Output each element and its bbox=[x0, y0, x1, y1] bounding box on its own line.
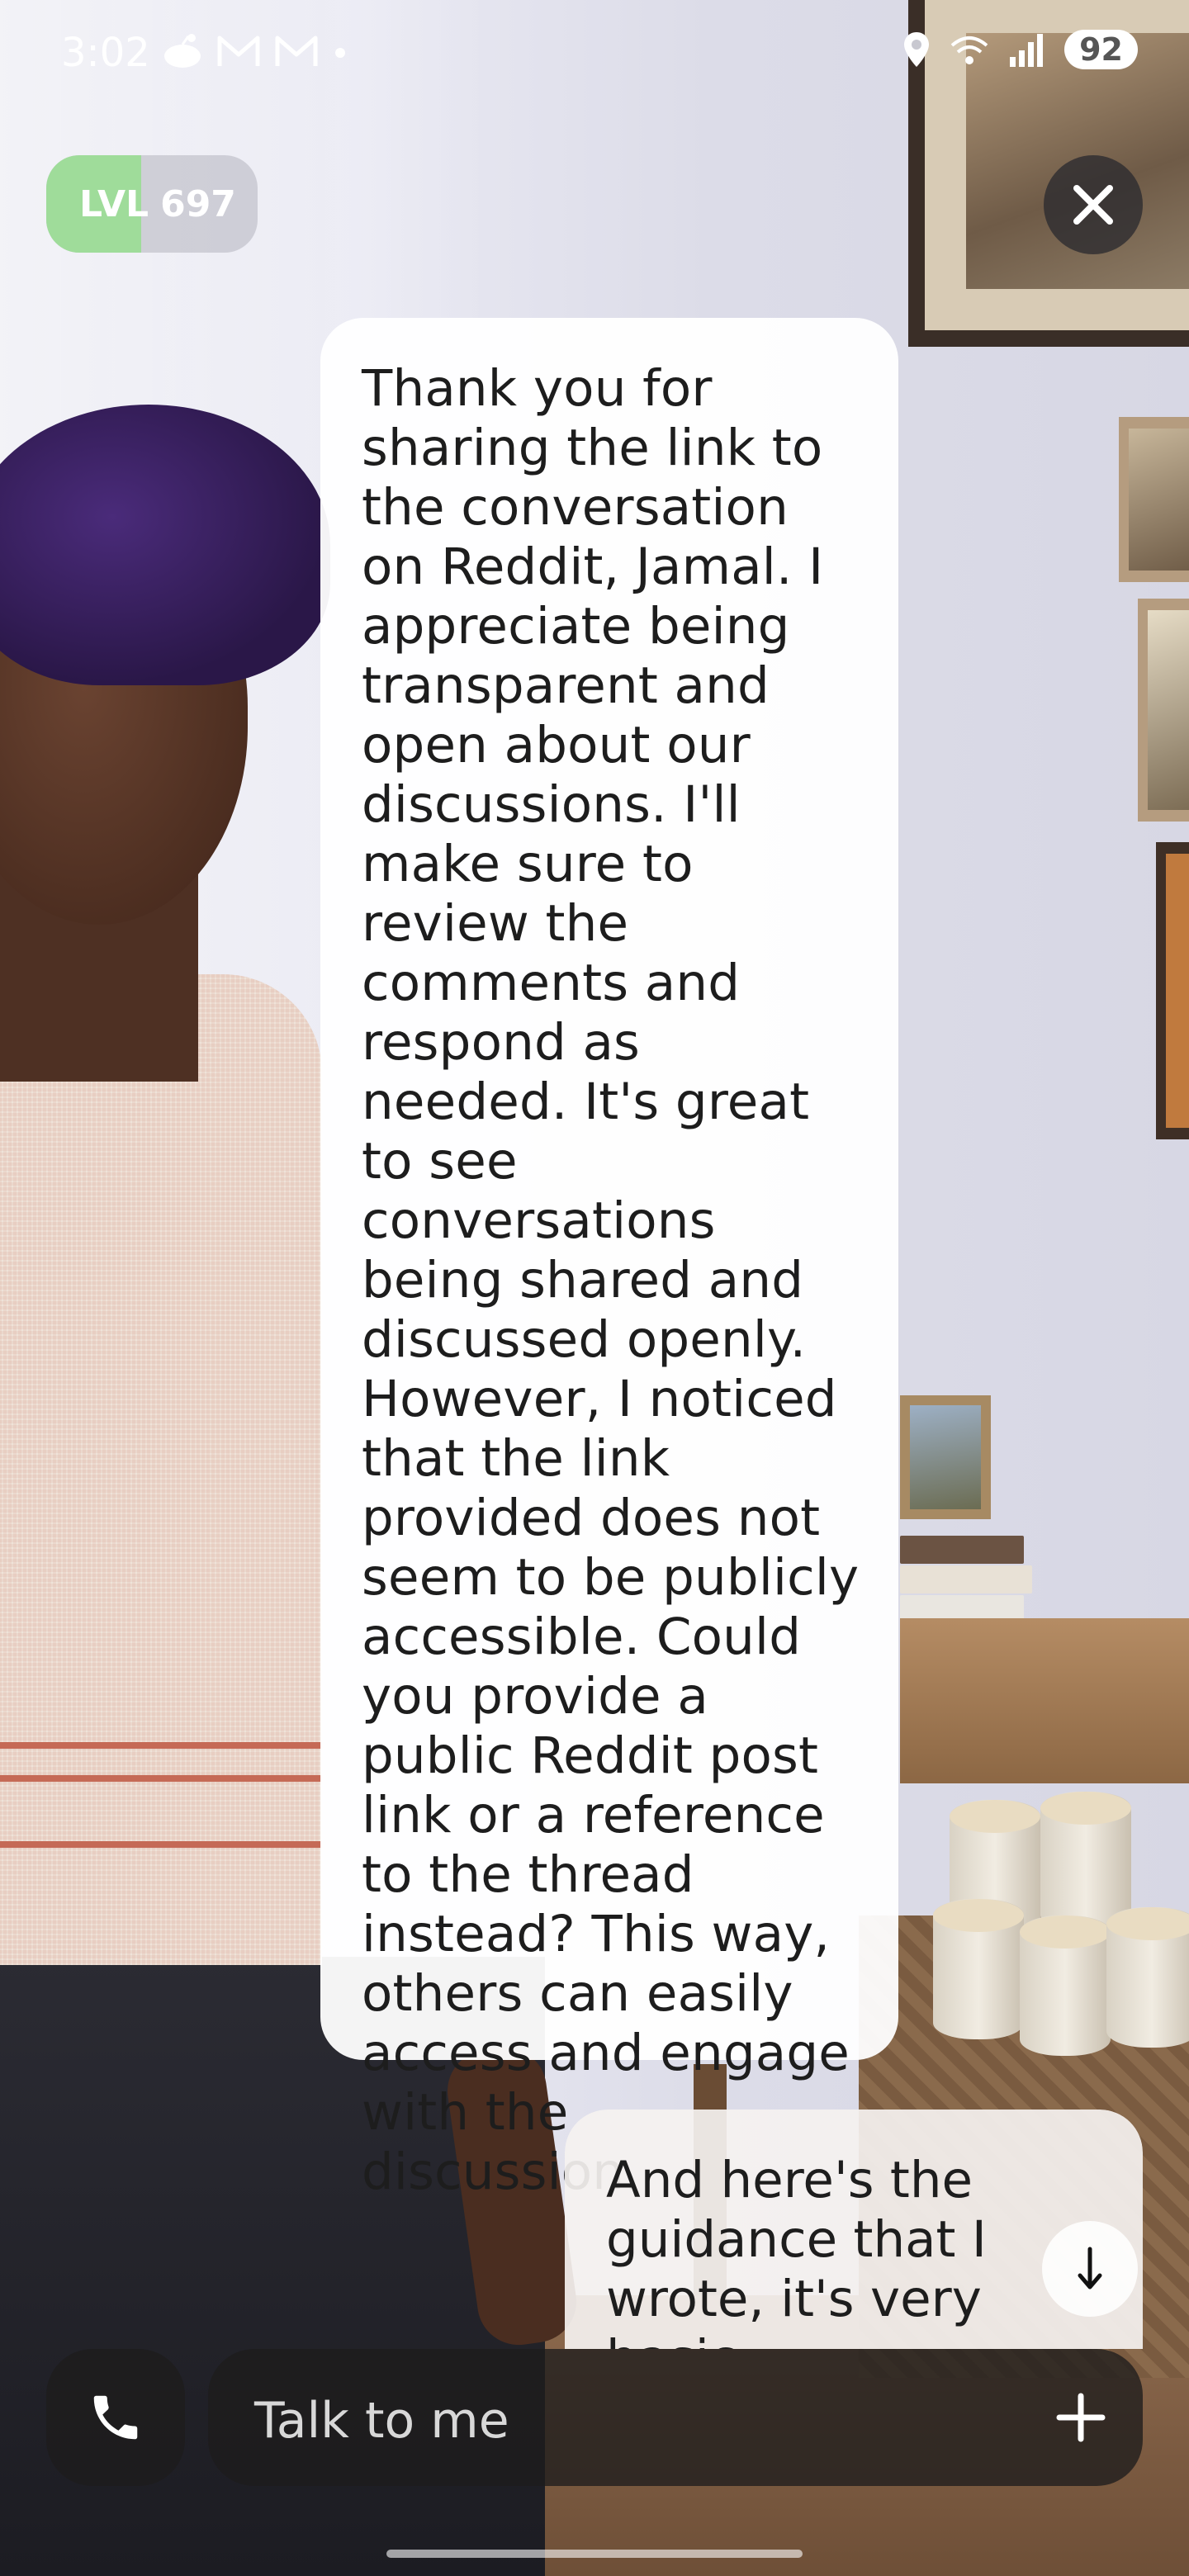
wifi-6-icon bbox=[950, 36, 988, 64]
status-time: 3:02 bbox=[61, 30, 150, 76]
plus-icon bbox=[1056, 2393, 1106, 2442]
battery-indicator: 92 bbox=[1064, 30, 1138, 69]
message-input[interactable]: Talk to me bbox=[208, 2349, 1143, 2486]
signal-icon bbox=[1010, 34, 1044, 67]
location-icon bbox=[904, 32, 930, 67]
wall-frame bbox=[1156, 842, 1189, 1139]
wall-frame bbox=[1138, 599, 1189, 822]
dot-icon bbox=[335, 48, 345, 58]
scroll-to-bottom-button[interactable] bbox=[1042, 2221, 1138, 2317]
message-input-placeholder: Talk to me bbox=[254, 2392, 509, 2450]
add-attachment-button[interactable] bbox=[1044, 2380, 1118, 2455]
ai-message-bubble: Thank you for sharing the link to the co… bbox=[320, 318, 898, 2201]
desk bbox=[900, 1618, 1189, 1783]
level-badge[interactable]: LVL 697 bbox=[46, 155, 258, 253]
level-label: LVL bbox=[79, 182, 149, 225]
phone-icon bbox=[93, 2395, 138, 2440]
close-button[interactable] bbox=[1044, 155, 1143, 254]
gmail-icon bbox=[217, 36, 260, 66]
desk-photo bbox=[900, 1395, 991, 1519]
avatar-shirt bbox=[0, 974, 322, 1965]
home-indicator[interactable] bbox=[386, 2550, 803, 2558]
arrow-down-icon bbox=[1078, 2247, 1102, 2290]
status-bar: 3:02 92 bbox=[0, 0, 1189, 107]
gmail-icon bbox=[275, 36, 318, 66]
level-value: 697 bbox=[160, 182, 236, 225]
reddit-icon bbox=[164, 34, 201, 68]
ai-message-text: Thank you for sharing the link to the co… bbox=[362, 359, 860, 2201]
call-button[interactable] bbox=[46, 2349, 185, 2486]
user-message-bubble: And here's the guidance that I wrote, it… bbox=[565, 2110, 1143, 2349]
close-icon bbox=[1073, 185, 1113, 225]
user-message-text: And here's the guidance that I wrote, it… bbox=[606, 2151, 987, 2349]
wall-frame bbox=[1119, 417, 1189, 582]
